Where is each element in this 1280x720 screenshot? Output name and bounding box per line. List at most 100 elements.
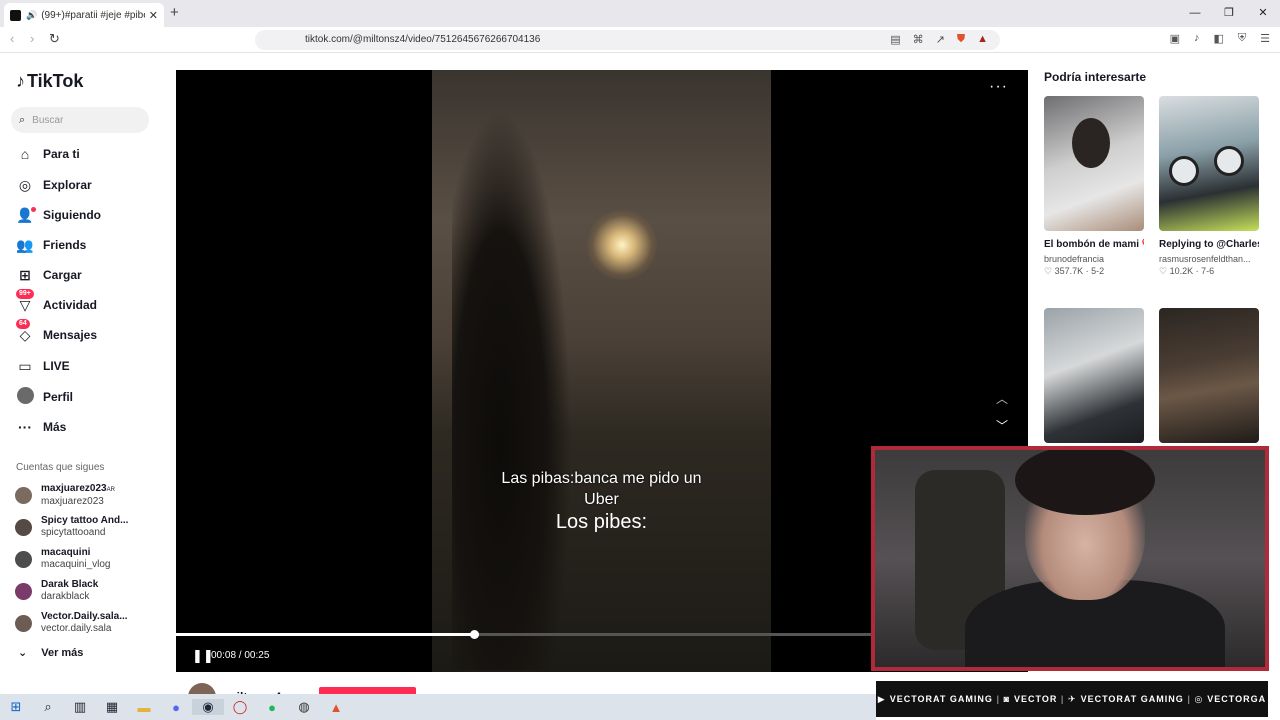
recommend-card[interactable]: Replying to @Charles Jones... rasmusrose… [1159,96,1259,277]
reload-button[interactable]: ↻ [49,31,60,47]
card-title[interactable]: El bombón de mami ❤️#blueandtan... [1044,237,1144,252]
nav-label: Actividad [43,298,98,312]
close-window-button[interactable]: ✕ [1246,0,1280,27]
chevron-down-icon[interactable]: ﹀ [996,417,1008,434]
music-icon[interactable]: ♪ [1194,32,1200,45]
following-account[interactable]: Darak Black darakblack [15,579,98,603]
account-handle: macaquini_vlog [41,559,111,570]
messages-badge: 64 [16,318,30,329]
following-icon: 👤 [16,206,36,224]
nav-live[interactable]: ▭ LIVE [16,355,69,377]
recommend-card[interactable]: El bombón de mami ❤️#blueandtan... bruno… [1044,96,1144,277]
profile-icon [16,387,34,407]
sidebar-icon[interactable]: ◧ [1213,32,1223,45]
brave-icon[interactable]: ▲ [320,700,352,715]
steam-icon[interactable]: ◉ [192,699,224,715]
nav-label: Perfil [43,390,74,404]
card-user[interactable]: brunodefrancia [1044,254,1144,264]
discord-icon[interactable]: ● [160,700,192,715]
card-date: 5-2 [1091,266,1105,276]
obs-icon[interactable]: ◍ [288,699,320,715]
reader-icon[interactable]: ▤ [890,33,900,46]
shield-icon[interactable]: ⛊ [957,33,965,46]
spotify-icon[interactable]: ● [256,700,288,715]
nav-mas[interactable]: ··· Más [16,416,66,438]
new-tab-button[interactable]: + [170,4,179,21]
following-account[interactable]: maxjuarez023AR maxjuarez023 [15,483,115,508]
restore-button[interactable]: ❐ [1212,0,1246,27]
rewards-icon[interactable]: ▲ [977,33,988,46]
nav-mensajes[interactable]: ◇ 64 Mensajes [16,318,98,346]
search-input[interactable]: ⌕ Buscar [11,107,149,133]
browser-tab[interactable]: 🔊 (99+)#paratii #jeje #pibes #p ✕ [4,3,164,27]
nav-friends[interactable]: 👥 Friends [16,234,86,256]
card-likes: 10.2K [1169,266,1194,276]
progress-fill [176,633,475,636]
recommend-card[interactable] [1044,308,1144,443]
url-actions: ▤ ⌘ ↗ ⛊ ▲ [890,33,988,46]
compass-icon: ◎ [18,176,32,193]
minimize-button[interactable]: — [1178,0,1212,27]
app-icon[interactable]: ◯ [224,699,256,715]
ver-mas-button[interactable]: ⌄ Ver más [18,646,83,660]
wallet-icon[interactable]: ▣ [1170,32,1180,45]
windows-taskbar: ⊞ ⌕ ▥ ▦ ▬ ● ◉ ◯ ● ◍ ▲ [0,694,876,720]
following-account[interactable]: Spicy tattoo And... spicytattooand [15,515,128,539]
stream-socials-bar: ▶ VECTORAT GAMING | ◙ VECTOR | ✈ VECTORAT G… [876,681,1268,717]
separator: | [1060,694,1065,704]
nav-actividad[interactable]: ▽ 99+ Actividad [16,288,98,316]
share-icon[interactable]: ↗ [936,33,945,46]
nav-perfil[interactable]: Perfil [16,386,73,408]
url-text[interactable]: tiktok.com/@miltonsz4/video/751264567626… [305,34,540,45]
following-account[interactable]: Vector.Daily.sala... vector.daily.sala [15,611,128,635]
window-controls: — ❐ ✕ [1178,0,1280,27]
avatar [15,614,32,632]
twitch-social: ◙ VECTOR [1004,694,1058,704]
nav-cargar[interactable]: ⊞ Cargar [16,264,82,286]
recommend-card[interactable] [1159,308,1259,443]
translate-icon[interactable]: ⌘ [913,33,924,46]
nav-label: Friends [43,238,87,252]
forward-button[interactable]: › [30,31,34,46]
social-label: VECTORAT GAMING [889,694,993,704]
nav-para-ti[interactable]: ⌂ Para ti [16,143,80,165]
nav-siguiendo[interactable]: 👤 Siguiendo [16,204,101,226]
windows-start-icon[interactable]: ⊞ [0,699,32,715]
video-thumbnail[interactable] [1044,308,1144,443]
app-icon[interactable]: ▦ [96,699,128,715]
nav-explorar[interactable]: ◎ Explorar [16,174,92,196]
upload-icon: ⊞ [19,266,31,283]
nav-label: Mensajes [43,328,98,342]
following-account[interactable]: macaquini macaquini_vlog [15,547,111,571]
account-handle: maxjuarez023 [41,496,104,507]
vpn-icon[interactable]: ⛨ [1238,32,1246,45]
url-box[interactable]: tiktok.com/@miltonsz4/video/751264567626… [255,30,1000,50]
file-explorer-icon[interactable]: ▬ [128,700,160,715]
search-icon[interactable]: ⌕ [32,699,64,715]
notification-dot [31,206,36,212]
menu-icon[interactable]: ☰ [1260,32,1270,45]
account-tag: AR [106,487,115,493]
account-name: Spicy tattoo And... [41,515,129,526]
friends-icon: 👥 [16,236,34,253]
task-view-icon[interactable]: ▥ [64,699,96,715]
caption-line: Uber [584,491,619,508]
more-options-icon[interactable]: ··· [989,78,1008,96]
tiktok-logo[interactable]: ♪ TikTok [16,71,83,92]
address-bar: ‹ › ↻ 🔖 tiktok.com/@miltonsz4/video/7512… [0,27,1280,53]
speaker-icon[interactable]: 🔊 [26,10,37,21]
browser-tools: ▣ ♪ ◧ ⛨ ☰ [1170,32,1270,45]
card-title[interactable]: Replying to @Charles Jones... [1159,237,1259,252]
avatar [15,518,32,536]
chevron-up-icon[interactable]: ︿ [996,390,1008,407]
video-thumbnail[interactable] [1159,308,1259,443]
video-thumbnail[interactable] [1159,96,1259,231]
video-thumbnail[interactable] [1044,96,1144,231]
back-button[interactable]: ‹ [10,31,14,46]
account-name: maxjuarez023 [41,483,107,494]
card-user[interactable]: rasmusrosenfeldthan... [1159,254,1259,264]
close-tab-icon[interactable]: ✕ [149,9,158,22]
video-caption: Las pibas:banca me pido un Uber [432,468,771,510]
card-date: 7-6 [1201,266,1215,276]
twitch-icon: ◙ [1003,694,1010,704]
